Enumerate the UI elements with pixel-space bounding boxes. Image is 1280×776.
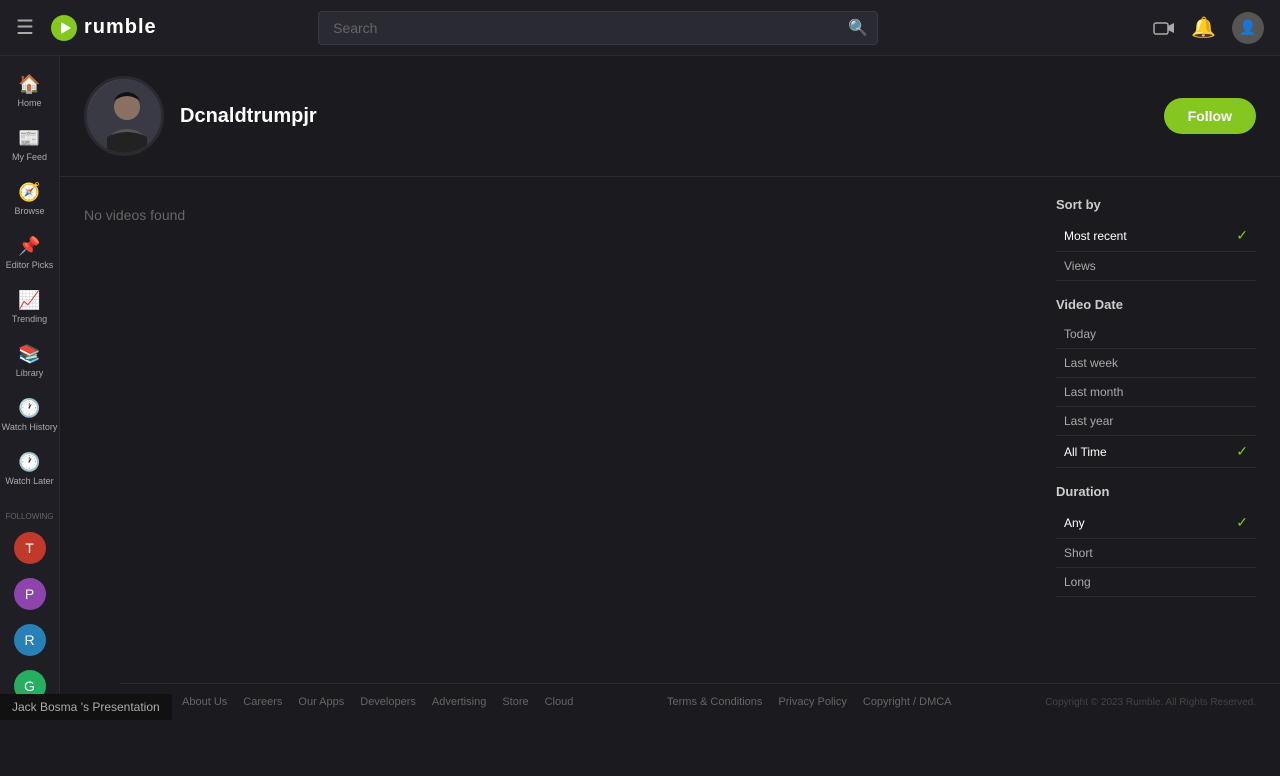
library-icon: 📚	[18, 344, 40, 365]
duration-title: Duration	[1056, 484, 1256, 499]
sidebar-item-label: Library	[16, 368, 44, 378]
profile-username: Dcnaldtrumpjr	[180, 105, 317, 128]
footer-link-privacy[interactable]: Privacy Policy	[778, 696, 846, 708]
duration-option-label: Any	[1064, 516, 1085, 530]
sidebar-item-label: Browse	[14, 206, 44, 216]
video-date-section: Video Date Today Last week Last month La…	[1056, 297, 1256, 468]
sidebar-item-label: Home	[17, 98, 41, 108]
sidebar-item-label: Watch Later	[5, 476, 53, 486]
footer-link-store[interactable]: Store	[502, 696, 528, 708]
trending-icon: 📈	[18, 290, 40, 311]
sidebar-item-label: Editor Picks	[6, 260, 54, 270]
follow-button[interactable]: Follow	[1164, 98, 1256, 134]
logo-text: rumble	[84, 16, 157, 39]
footer-link-advertising[interactable]: Advertising	[432, 696, 486, 708]
myfeed-icon: 📰	[18, 128, 40, 149]
editor-picks-icon: 📌	[18, 236, 40, 257]
sort-by-section: Sort by Most recent ✓ Views	[1056, 197, 1256, 281]
duration-section: Duration Any ✓ Short Long	[1056, 484, 1256, 597]
upload-button[interactable]	[1153, 17, 1175, 39]
footer-link-about[interactable]: About Us	[182, 696, 227, 708]
footer-link-copyright[interactable]: Copyright / DMCA	[863, 696, 952, 708]
date-option-label: Today	[1064, 327, 1096, 341]
footer-center-links: Terms & Conditions Privacy Policy Copyri…	[667, 696, 951, 708]
videos-area: No videos found	[84, 197, 1036, 613]
sort-by-title: Sort by	[1056, 197, 1256, 212]
home-icon: 🏠	[18, 74, 40, 95]
sidebar-item-watch-history[interactable]: 🕐 Watch History	[0, 388, 59, 442]
rumble-logo-icon	[50, 14, 78, 42]
sidebar-item-label: My Feed	[12, 152, 47, 162]
date-option-today[interactable]: Today	[1056, 320, 1256, 349]
profile-avatar-wrap	[84, 76, 164, 156]
following-avatar-2[interactable]: P	[14, 571, 46, 617]
search-container: 🔍	[318, 11, 878, 45]
sidebar-item-browse[interactable]: 🧭 Browse	[0, 172, 59, 226]
footer-left-links: FAQ About Us Careers Our Apps Developers…	[144, 696, 573, 708]
bottom-bar: Jack Bosma 's Presentation	[0, 694, 172, 720]
following-avatar-3[interactable]: R	[14, 617, 46, 663]
date-option-label: All Time	[1064, 445, 1107, 459]
content-area: No videos found Sort by Most recent ✓ Vi…	[60, 177, 1280, 633]
profile-avatar	[84, 76, 164, 156]
duration-option-label: Long	[1064, 575, 1091, 589]
sidebar-item-watch-later[interactable]: 🕐 Watch Later	[0, 442, 59, 496]
sort-option-label: Views	[1064, 259, 1096, 273]
duration-option-any[interactable]: Any ✓	[1056, 507, 1256, 539]
duration-option-long[interactable]: Long	[1056, 568, 1256, 597]
sidebar-item-home[interactable]: 🏠 Home	[0, 64, 59, 118]
sidebar-item-label: Trending	[12, 314, 47, 324]
user-avatar-button[interactable]: 👤	[1232, 12, 1264, 44]
sidebar-item-editor-picks[interactable]: 📌 Editor Picks	[0, 226, 59, 280]
footer-link-developers[interactable]: Developers	[360, 696, 416, 708]
sidebar-item-trending[interactable]: 📈 Trending	[0, 280, 59, 334]
search-button[interactable]: 🔍	[848, 18, 868, 38]
date-option-last-week[interactable]: Last week	[1056, 349, 1256, 378]
duration-option-label: Short	[1064, 546, 1093, 560]
profile-header: Dcnaldtrumpjr Follow	[60, 56, 1280, 177]
following-label: Following	[5, 508, 53, 525]
date-option-last-month[interactable]: Last month	[1056, 378, 1256, 407]
watch-history-icon: 🕐	[18, 398, 40, 419]
footer-link-apps[interactable]: Our Apps	[298, 696, 344, 708]
check-icon: ✓	[1236, 443, 1248, 460]
check-icon: ✓	[1236, 514, 1248, 531]
search-input[interactable]	[318, 11, 878, 45]
sidebar-item-library[interactable]: 📚 Library	[0, 334, 59, 388]
duration-option-short[interactable]: Short	[1056, 539, 1256, 568]
bottom-bar-text: Jack Bosma 's Presentation	[12, 700, 160, 714]
topbar: ☰ rumble 🔍 🔔 👤	[0, 0, 1280, 56]
footer-copyright: Copyright © 2023 Rumble. All Rights Rese…	[1045, 697, 1256, 708]
sort-panel: Sort by Most recent ✓ Views Video Date T…	[1056, 197, 1256, 613]
upload-icon	[1153, 17, 1175, 39]
footer: FAQ About Us Careers Our Apps Developers…	[120, 683, 1280, 720]
check-icon: ✓	[1236, 227, 1248, 244]
notifications-button[interactable]: 🔔	[1191, 15, 1216, 40]
date-option-label: Last week	[1064, 356, 1118, 370]
date-option-label: Last month	[1064, 385, 1123, 399]
sort-option-most-recent[interactable]: Most recent ✓	[1056, 220, 1256, 252]
following-avatar-1[interactable]: T	[14, 525, 46, 571]
browse-icon: 🧭	[18, 182, 40, 203]
topbar-right: 🔔 👤	[1153, 12, 1264, 44]
no-videos-text: No videos found	[84, 197, 1036, 233]
video-date-title: Video Date	[1056, 297, 1256, 312]
footer-link-cloud[interactable]: Cloud	[545, 696, 574, 708]
sidebar: 🏠 Home 📰 My Feed 🧭 Browse 📌 Editor Picks…	[0, 56, 60, 720]
profile-avatar-image	[87, 79, 164, 156]
date-option-label: Last year	[1064, 414, 1113, 428]
hamburger-button[interactable]: ☰	[16, 15, 34, 40]
sidebar-item-myfeed[interactable]: 📰 My Feed	[0, 118, 59, 172]
sidebar-item-label: Watch History	[2, 422, 58, 432]
main-content: Dcnaldtrumpjr Follow No videos found Sor…	[60, 56, 1280, 720]
sort-option-views[interactable]: Views	[1056, 252, 1256, 281]
sort-option-label: Most recent	[1064, 229, 1127, 243]
date-option-last-year[interactable]: Last year	[1056, 407, 1256, 436]
footer-link-terms[interactable]: Terms & Conditions	[667, 696, 762, 708]
watch-later-icon: 🕐	[18, 452, 40, 473]
footer-link-careers[interactable]: Careers	[243, 696, 282, 708]
date-option-all-time[interactable]: All Time ✓	[1056, 436, 1256, 468]
logo[interactable]: rumble	[50, 14, 157, 42]
